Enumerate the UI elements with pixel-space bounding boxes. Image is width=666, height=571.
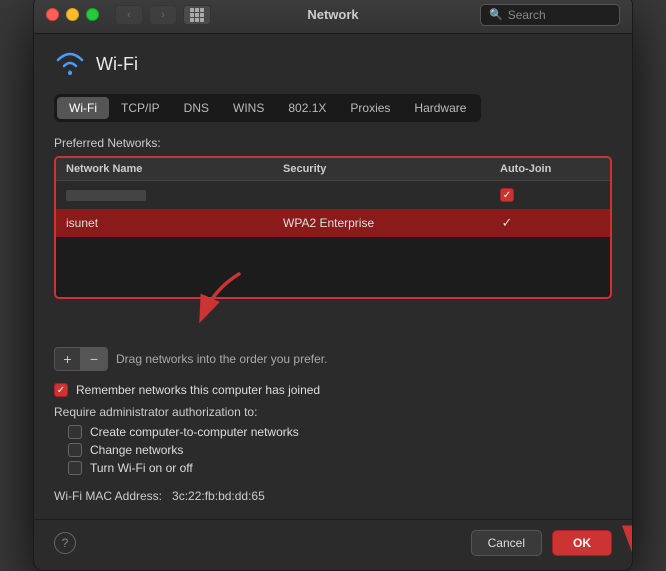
chevron-left-icon: ‹ [127, 9, 131, 21]
auto-join-cell: ✓ [500, 216, 600, 230]
create-network-checkbox[interactable] [68, 425, 82, 439]
require-admin-section: Require administrator authorization to: … [54, 405, 612, 475]
search-box[interactable]: 🔍 Search [480, 4, 620, 26]
wifi-header: Wi-Fi [54, 48, 612, 80]
col-security: Security [283, 163, 500, 175]
tab-wifi[interactable]: Wi-Fi [57, 97, 109, 119]
create-network-label: Create computer-to-computer networks [90, 425, 299, 439]
remember-label: Remember networks this computer has join… [76, 383, 320, 397]
require-option-3: Turn Wi-Fi on or off [68, 461, 612, 475]
add-network-button[interactable]: + [55, 348, 81, 370]
close-button[interactable] [46, 8, 59, 21]
forward-button[interactable]: › [149, 5, 177, 25]
grid-icon [190, 8, 204, 22]
network-name-cell: isunet [66, 216, 283, 230]
require-option-2: Change networks [68, 443, 612, 457]
table-row[interactable]: isunet WPA2 Enterprise ✓ [56, 209, 610, 237]
auto-join-checkbox[interactable] [500, 188, 514, 202]
search-input[interactable]: Search [508, 8, 611, 22]
cancel-button[interactable]: Cancel [471, 530, 542, 556]
wifi-icon [54, 48, 86, 80]
mac-address-value: 3c:22:fb:bd:dd:65 [172, 489, 265, 503]
col-auto-join: Auto-Join [500, 163, 600, 175]
traffic-lights [46, 8, 99, 21]
footer-buttons: Cancel OK [471, 530, 612, 556]
maximize-button[interactable] [86, 8, 99, 21]
turn-wifi-checkbox[interactable] [68, 461, 82, 475]
window-title: Network [307, 7, 358, 22]
tab-hardware[interactable]: Hardware [402, 97, 478, 119]
tab-proxies[interactable]: Proxies [338, 97, 402, 119]
grid-view-button[interactable] [183, 5, 211, 25]
arrow-annotation [54, 299, 612, 339]
network-window: ‹ › Network 🔍 Search [33, 0, 633, 571]
network-name-cell [66, 190, 283, 201]
red-arrow [184, 269, 254, 332]
auto-join-checkmark: ✓ [500, 216, 514, 230]
security-cell: WPA2 Enterprise [283, 216, 500, 230]
change-networks-label: Change networks [90, 443, 183, 457]
col-network-name: Network Name [66, 163, 283, 175]
table-row[interactable] [56, 181, 610, 209]
add-remove-bar: + − Drag networks into the order you pre… [54, 347, 612, 371]
tab-8021x[interactable]: 802.1X [276, 97, 338, 119]
help-button[interactable]: ? [54, 532, 76, 554]
footer: ? Cancel OK [34, 519, 632, 570]
networks-table: Network Name Security Auto-Join isunet W… [54, 156, 612, 299]
titlebar: ‹ › Network 🔍 Search [34, 0, 632, 34]
tab-tcpip[interactable]: TCP/IP [109, 97, 172, 119]
preferred-networks-label: Preferred Networks: [54, 136, 612, 150]
table-header: Network Name Security Auto-Join [56, 158, 610, 181]
ok-arrow [616, 524, 633, 563]
ok-button[interactable]: OK [552, 530, 612, 556]
remember-checkbox[interactable] [54, 383, 68, 397]
tab-wins[interactable]: WINS [221, 97, 276, 119]
search-icon: 🔍 [489, 8, 503, 21]
auto-join-cell [500, 188, 600, 202]
table-empty-area [56, 237, 610, 297]
require-option-1: Create computer-to-computer networks [68, 425, 612, 439]
add-remove-buttons: + − [54, 347, 108, 371]
mac-address-label: Wi-Fi MAC Address: [54, 489, 169, 503]
nav-buttons: ‹ › [115, 5, 177, 25]
mac-address-row: Wi-Fi MAC Address: 3c:22:fb:bd:dd:65 [54, 489, 612, 503]
chevron-right-icon: › [161, 9, 165, 21]
minimize-button[interactable] [66, 8, 79, 21]
remove-network-button[interactable]: − [81, 348, 107, 370]
tab-dns[interactable]: DNS [172, 97, 221, 119]
remember-row: Remember networks this computer has join… [54, 383, 612, 397]
back-button[interactable]: ‹ [115, 5, 143, 25]
turn-wifi-label: Turn Wi-Fi on or off [90, 461, 193, 475]
main-content: Wi-Fi Wi-Fi TCP/IP DNS WINS 802.1X Proxi… [34, 34, 632, 519]
change-networks-checkbox[interactable] [68, 443, 82, 457]
ok-button-wrapper: OK [552, 530, 612, 556]
tab-bar: Wi-Fi TCP/IP DNS WINS 802.1X Proxies Har… [54, 94, 481, 122]
wifi-name-label: Wi-Fi [96, 54, 138, 75]
require-admin-label: Require administrator authorization to: [54, 405, 612, 419]
drag-hint-text: Drag networks into the order you prefer. [116, 352, 327, 366]
